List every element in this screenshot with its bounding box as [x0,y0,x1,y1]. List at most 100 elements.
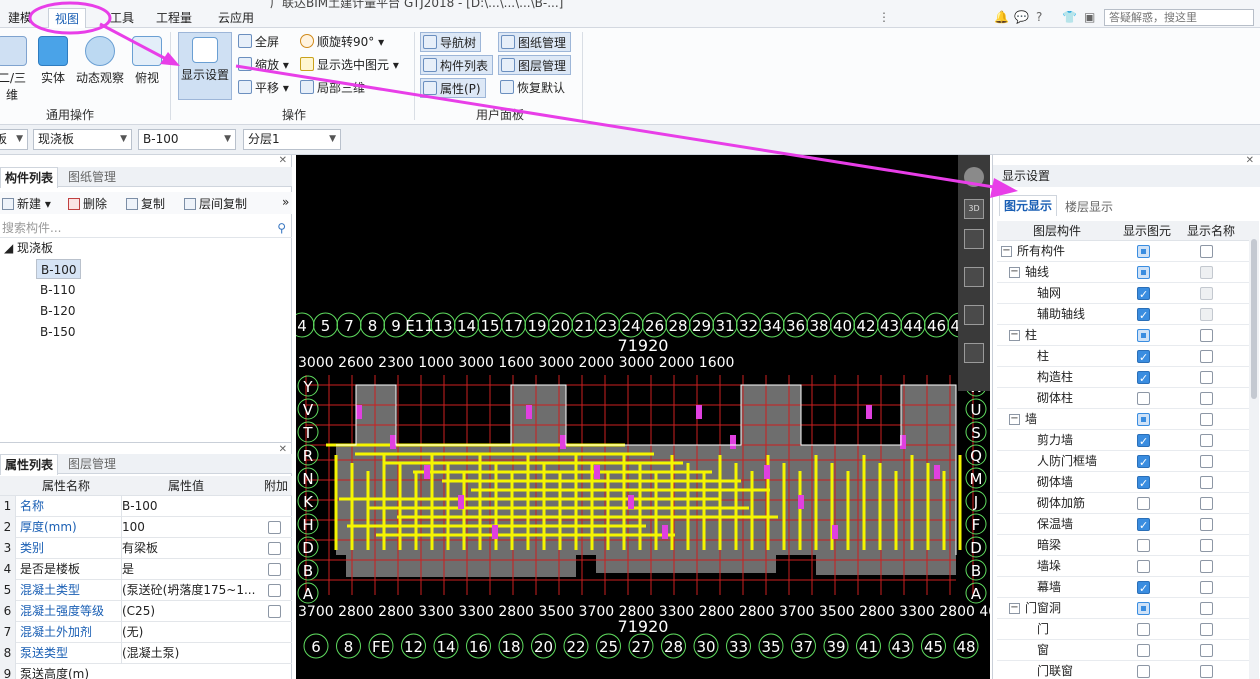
property-row[interactable]: 3 类别 有梁板 [0,538,292,559]
property-value[interactable]: (混凝土泵) [121,643,256,664]
property-row[interactable]: 6 混凝土强度等级 (C25) [0,601,292,622]
scrollbar-thumb[interactable] [1251,239,1257,399]
shirt-icon[interactable]: 👕 [1062,10,1077,24]
show-element-checkbox[interactable] [1137,473,1150,494]
extra-checkbox[interactable] [268,542,281,555]
solid-button[interactable]: 实体 [36,36,70,86]
nav-tree-button[interactable]: 导航树 [420,32,482,52]
window-icon[interactable]: ▣ [1084,10,1095,24]
drawing-canvas[interactable]: 4 5 7 8 9 E11 13 14 15 17 19 20 21 23 24 26 28 29 31 32 34 36… [296,155,990,679]
display-row[interactable]: 轴网 [997,283,1253,305]
close-icon[interactable]: ✕ [279,155,287,166]
tab-property-list[interactable]: 属性列表 [0,454,59,475]
show-element-checkbox[interactable] [1137,245,1150,258]
display-row[interactable]: − 墙 [997,409,1253,430]
show-name-checkbox[interactable] [1200,266,1213,279]
copy-button[interactable]: 复制 [126,195,165,212]
property-value[interactable]: (泵送砼(坍落度175~1... [121,580,256,601]
layer-mgmt-button[interactable]: 图层管理 [498,55,572,75]
show-element-checkbox[interactable] [1137,515,1150,536]
show-name-checkbox[interactable] [1200,308,1213,321]
menu-tab-modeling[interactable]: 建模 [2,8,38,28]
component-list-button[interactable]: 构件列表 [420,55,494,75]
show-name-checkbox[interactable] [1200,329,1213,342]
extra-checkbox[interactable] [268,584,281,597]
component-search[interactable]: 搜索构件... ⚲ [0,218,292,238]
cube-view-icon[interactable] [964,229,984,249]
display-row[interactable]: 砌体加筋 [997,493,1253,514]
display-row[interactable]: − 门窗洞 [997,598,1253,619]
collapse-toggle-icon[interactable]: − [1009,267,1020,278]
property-value[interactable]: (无) [121,622,256,643]
show-name-checkbox[interactable] [1200,245,1213,258]
menu-tab-view[interactable]: 视图 [48,8,87,28]
show-element-checkbox[interactable] [1137,623,1150,636]
component-select[interactable]: B-100 ▼ [138,129,236,150]
show-element-checkbox[interactable] [1137,392,1150,405]
show-name-checkbox[interactable] [1200,623,1213,636]
show-name-checkbox[interactable] [1200,644,1213,657]
show-element-checkbox[interactable] [1137,305,1150,326]
delete-button[interactable]: 删除 [68,195,107,212]
display-row[interactable]: − 所有构件 [997,241,1253,262]
tree-item-b150[interactable]: B-150 [40,322,75,342]
collapse-triangle-icon[interactable]: ◢ [4,241,17,255]
chat-icon[interactable]: 💬 [1014,10,1029,24]
show-name-checkbox[interactable] [1200,434,1213,447]
show-element-checkbox[interactable] [1137,497,1150,510]
property-value[interactable]: 100 [121,517,256,538]
category-select[interactable]: 板 ▼ [0,129,28,150]
extra-checkbox[interactable] [268,563,281,576]
tab-drawing-management[interactable]: 图纸管理 [64,167,120,188]
display-row[interactable]: − 轴线 [997,262,1253,283]
2d-3d-button[interactable]: 二/三维 [0,36,30,103]
frame-view-icon[interactable] [964,305,984,325]
tab-component-list[interactable]: 构件列表 [0,167,59,188]
property-row[interactable]: 5 混凝土类型 (泵送砼(坍落度175~1... [0,580,292,601]
plane-view-icon[interactable] [964,343,984,363]
tree-item-b100[interactable]: B-100 [36,259,82,279]
show-element-checkbox[interactable] [1137,560,1150,573]
show-name-checkbox[interactable] [1200,287,1213,300]
show-element-checkbox[interactable] [1137,329,1150,342]
restore-default-button[interactable]: 恢复默认 [500,78,565,98]
tab-layer-management[interactable]: 图层管理 [64,454,120,475]
property-row[interactable]: 2 厚度(mm) 100 [0,517,292,538]
show-element-checkbox[interactable] [1137,347,1150,368]
orbit-ball-icon[interactable] [964,167,984,187]
property-row[interactable]: 9 泵送高度(m) [0,664,292,679]
property-value[interactable]: 有梁板 [121,538,256,559]
box-view-icon[interactable] [964,267,984,287]
collapse-toggle-icon[interactable]: − [1009,330,1020,341]
orbit-button[interactable]: 动态观察 [74,36,126,86]
collapse-toggle-icon[interactable]: − [1009,414,1020,425]
extra-checkbox[interactable] [268,605,281,618]
show-name-checkbox[interactable] [1200,602,1213,615]
show-name-checkbox[interactable] [1200,581,1213,594]
more-icon[interactable]: » [282,195,289,209]
property-row[interactable]: 1 名称 B-100 [0,496,292,517]
show-element-checkbox[interactable] [1137,431,1150,452]
show-name-checkbox[interactable] [1200,476,1213,489]
zoom-button[interactable]: 缩放 ▾ [238,55,289,75]
show-element-checkbox[interactable] [1137,266,1150,279]
display-row[interactable]: 构造柱 [997,367,1253,389]
display-row[interactable]: 门联窗 [997,661,1253,679]
show-element-checkbox[interactable] [1137,578,1150,599]
show-name-checkbox[interactable] [1200,665,1213,678]
fullscreen-button[interactable]: 全屏 [238,32,279,52]
show-element-checkbox[interactable] [1137,284,1150,305]
show-name-checkbox[interactable] [1200,560,1213,573]
show-element-checkbox[interactable] [1137,368,1150,389]
display-row[interactable]: 保温墙 [997,514,1253,536]
property-value[interactable]: (C25) [121,601,256,622]
show-element-checkbox[interactable] [1137,644,1150,657]
display-row[interactable]: 砌体柱 [997,388,1253,409]
3d-view-icon[interactable]: 3D [964,199,984,219]
properties-button[interactable]: 属性(P) [420,78,486,98]
show-selected-button[interactable]: 显示选中图元 ▾ [300,55,399,75]
property-row[interactable]: 8 泵送类型 (混凝土泵) [0,643,292,664]
property-row[interactable]: 7 混凝土外加剂 (无) [0,622,292,643]
display-row[interactable]: 幕墙 [997,577,1253,599]
show-name-checkbox[interactable] [1200,350,1213,363]
